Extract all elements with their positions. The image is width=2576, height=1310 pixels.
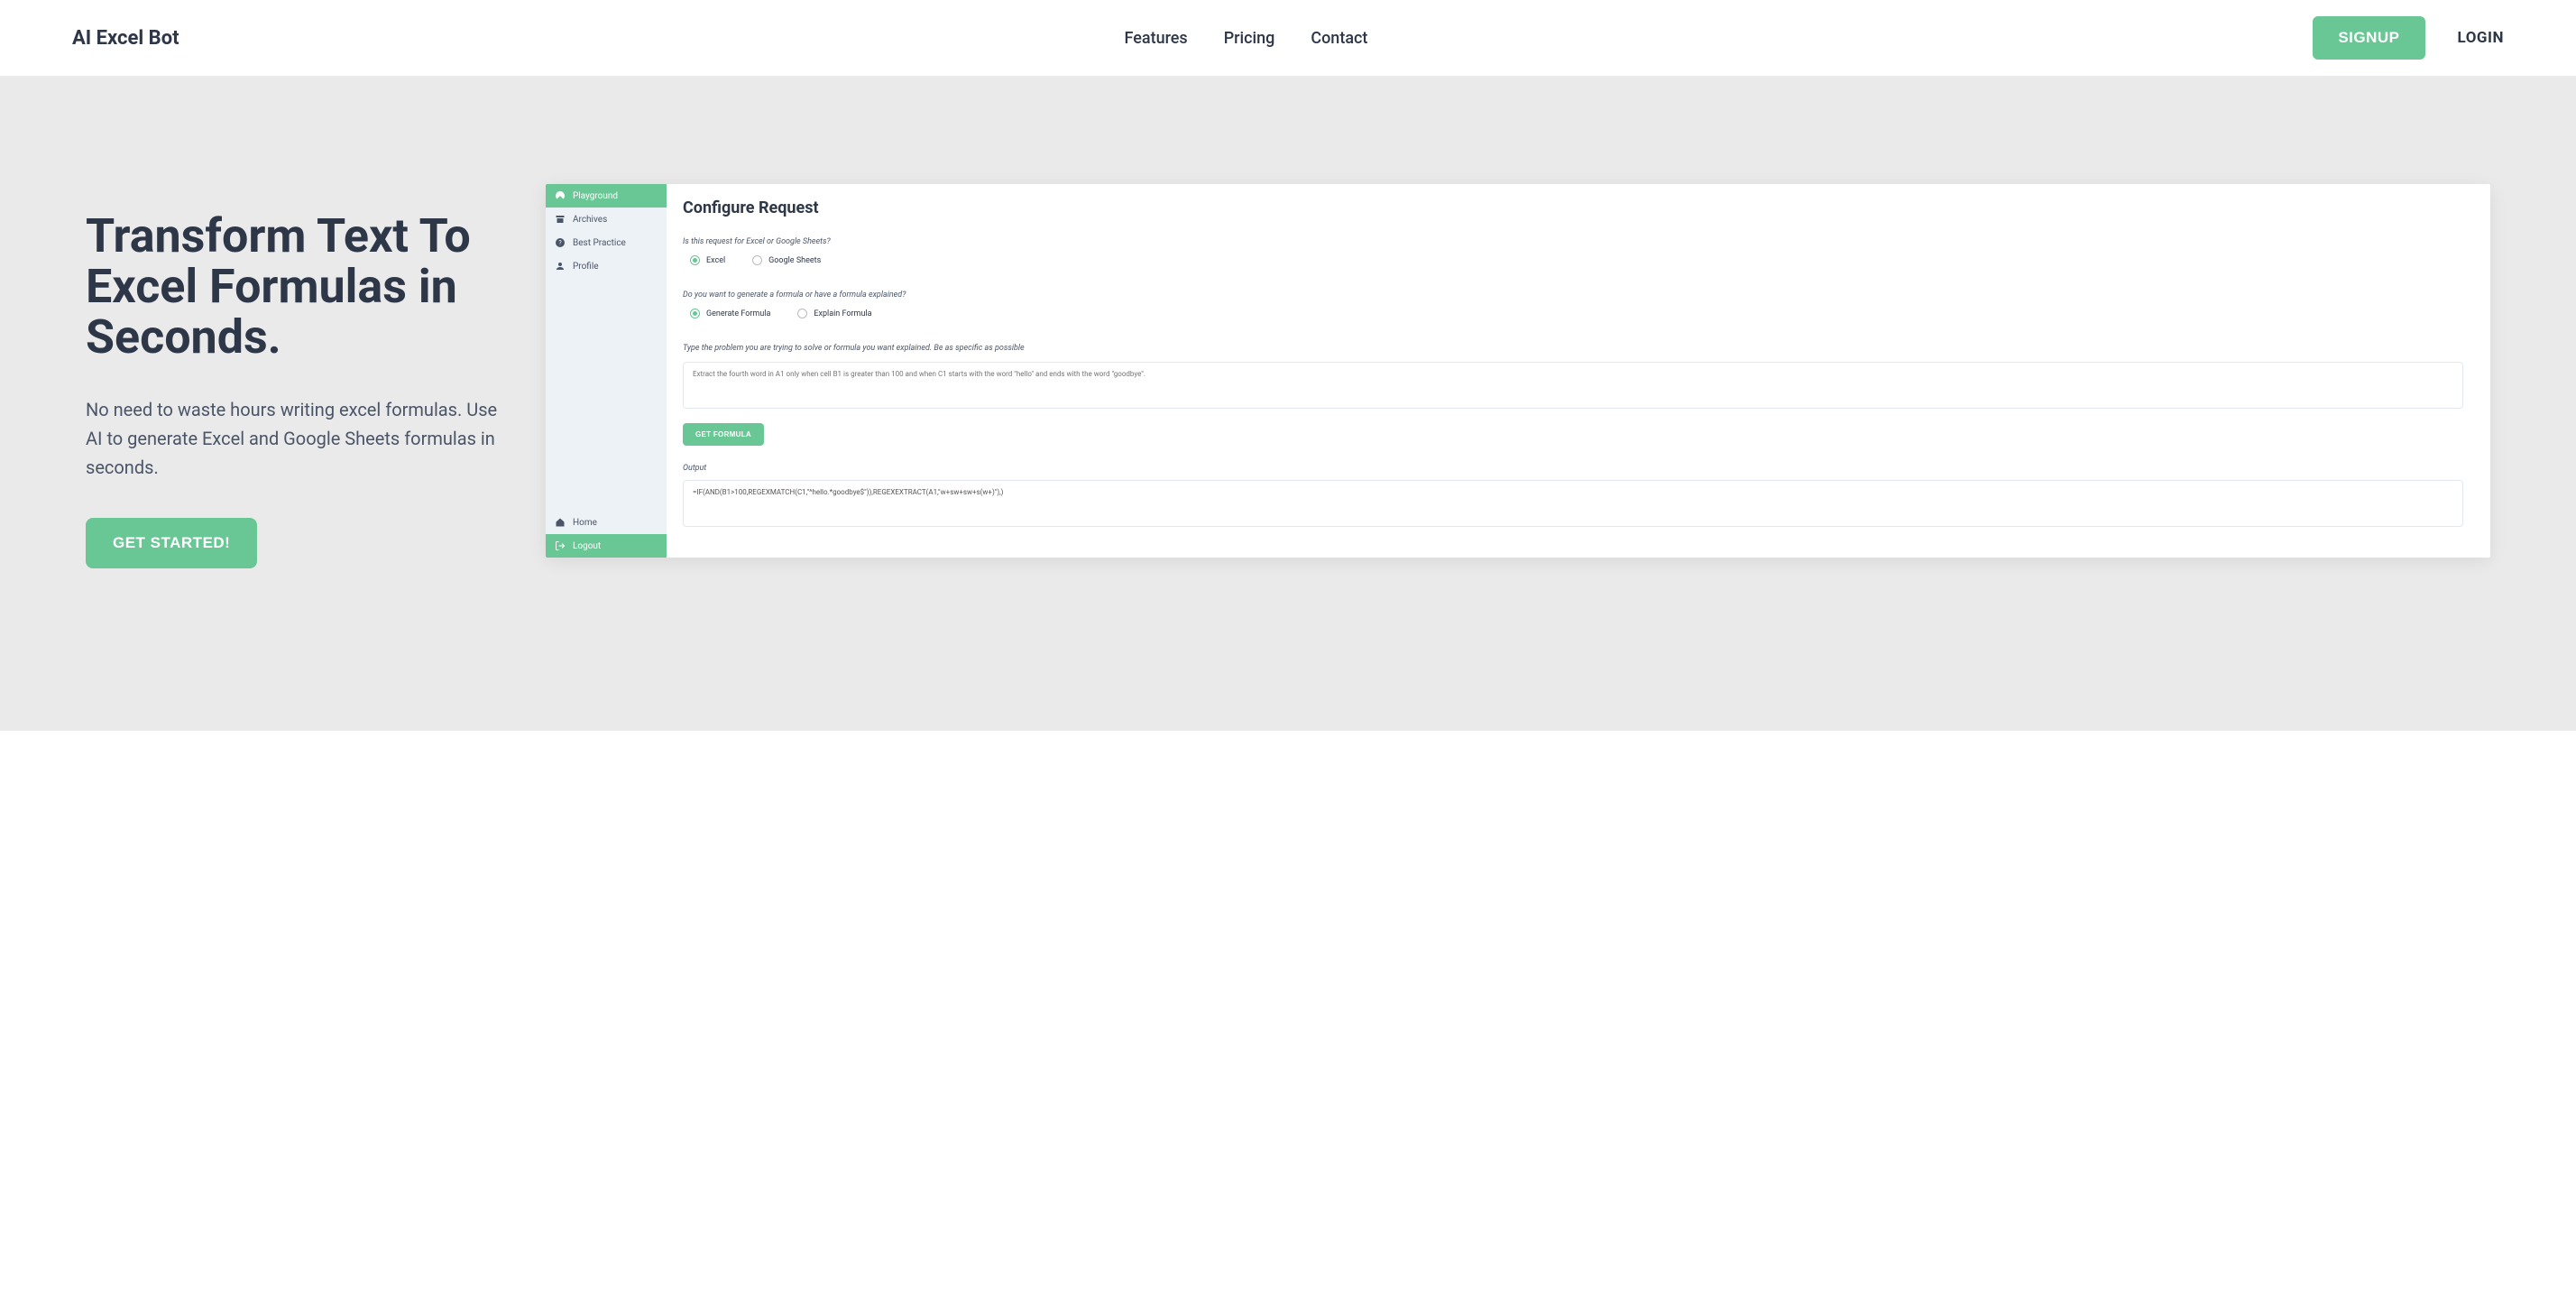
output-label: Output bbox=[683, 464, 2463, 473]
configure-heading: Configure Request bbox=[683, 198, 2463, 217]
radio-icon bbox=[752, 255, 762, 265]
hero-title: Transform Text To Excel Formulas in Seco… bbox=[86, 211, 501, 363]
sidebar-item-archives[interactable]: Archives bbox=[546, 208, 667, 231]
login-link[interactable]: LOGIN bbox=[2458, 29, 2504, 47]
radio-label: Google Sheets bbox=[768, 256, 821, 265]
q1-label: Is this request for Excel or Google Shee… bbox=[683, 237, 2463, 246]
sidebar-item-profile[interactable]: Profile bbox=[546, 254, 667, 278]
sidebar-label: Home bbox=[573, 518, 597, 528]
sidebar-top: Playground Archives ? Best Practice bbox=[546, 184, 667, 511]
nav-center: Features Pricing Contact bbox=[1125, 29, 1368, 48]
prompt-label: Type the problem you are trying to solve… bbox=[683, 344, 2463, 353]
radio-explain-formula[interactable]: Explain Formula bbox=[797, 309, 871, 318]
output-box: =IF(AND(B1>100,REGEXMATCH(C1,"^hello.*go… bbox=[683, 480, 2463, 527]
home-icon bbox=[555, 517, 566, 528]
gauge-icon bbox=[555, 190, 566, 201]
help-icon: ? bbox=[555, 237, 566, 248]
site-logo[interactable]: AI Excel Bot bbox=[72, 27, 179, 50]
nav-contact[interactable]: Contact bbox=[1311, 29, 1367, 48]
sidebar-label: Profile bbox=[573, 262, 599, 272]
sidebar-label: Playground bbox=[573, 191, 618, 201]
get-started-button[interactable]: GET STARTED! bbox=[86, 518, 257, 568]
site-header: AI Excel Bot Features Pricing Contact SI… bbox=[0, 0, 2576, 76]
archive-icon bbox=[555, 214, 566, 225]
app-sidebar: Playground Archives ? Best Practice bbox=[546, 184, 667, 558]
hero-section: Transform Text To Excel Formulas in Seco… bbox=[0, 76, 2576, 731]
sidebar-label: Best Practice bbox=[573, 238, 626, 248]
app-main: Configure Request Is this request for Ex… bbox=[667, 184, 2490, 558]
prompt-textarea[interactable] bbox=[683, 362, 2463, 409]
q1-radio-group: Excel Google Sheets bbox=[683, 255, 2463, 265]
radio-label: Excel bbox=[706, 256, 725, 265]
radio-google-sheets[interactable]: Google Sheets bbox=[752, 255, 821, 265]
radio-icon bbox=[797, 309, 807, 318]
sidebar-label: Logout bbox=[573, 541, 601, 551]
radio-generate-formula[interactable]: Generate Formula bbox=[690, 309, 770, 318]
nav-pricing[interactable]: Pricing bbox=[1224, 29, 1275, 48]
sidebar-label: Archives bbox=[573, 215, 607, 225]
signup-button[interactable]: SIGNUP bbox=[2313, 16, 2424, 60]
q2-label: Do you want to generate a formula or hav… bbox=[683, 291, 2463, 300]
radio-icon bbox=[690, 309, 700, 318]
radio-label: Generate Formula bbox=[706, 309, 770, 318]
get-formula-button[interactable]: GET FORMULA bbox=[683, 423, 764, 446]
sidebar-bottom: Home Logout bbox=[546, 511, 667, 558]
app-preview: Playground Archives ? Best Practice bbox=[546, 184, 2490, 558]
logout-icon bbox=[555, 540, 566, 551]
nav-right: SIGNUP LOGIN bbox=[2313, 16, 2504, 60]
sidebar-item-home[interactable]: Home bbox=[546, 511, 667, 534]
nav-features[interactable]: Features bbox=[1125, 29, 1188, 48]
radio-excel[interactable]: Excel bbox=[690, 255, 725, 265]
user-icon bbox=[555, 261, 566, 272]
radio-label: Explain Formula bbox=[814, 309, 871, 318]
q2-radio-group: Generate Formula Explain Formula bbox=[683, 309, 2463, 318]
sidebar-item-best-practice[interactable]: ? Best Practice bbox=[546, 231, 667, 254]
radio-icon bbox=[690, 255, 700, 265]
sidebar-item-playground[interactable]: Playground bbox=[546, 184, 667, 208]
hero-left: Transform Text To Excel Formulas in Seco… bbox=[86, 184, 501, 568]
sidebar-item-logout[interactable]: Logout bbox=[546, 534, 667, 558]
hero-subtitle: No need to waste hours writing excel for… bbox=[86, 395, 501, 482]
